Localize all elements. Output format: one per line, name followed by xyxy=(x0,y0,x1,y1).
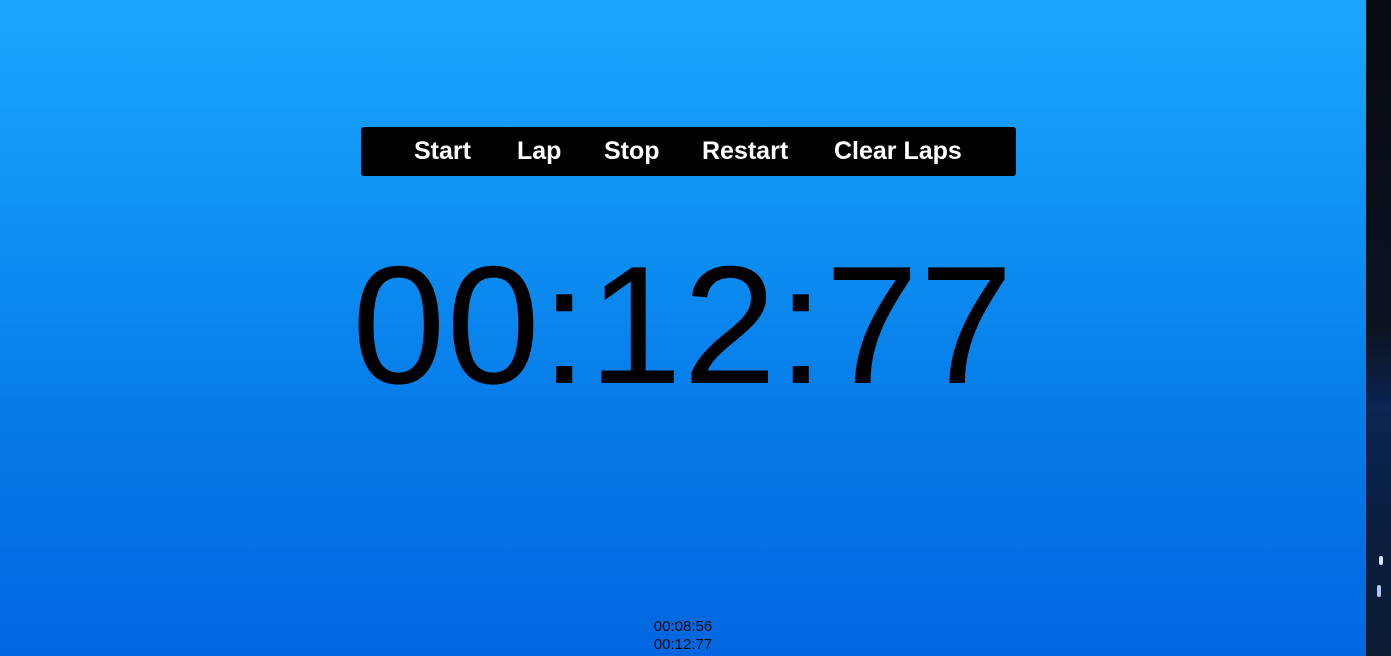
lap-item: 00:08:56 xyxy=(653,618,713,635)
timer-display: 00:12:77 xyxy=(352,231,1014,419)
clear-laps-button[interactable]: Clear Laps xyxy=(834,135,962,167)
lap-list: 00:08:56 00:12:77 xyxy=(583,618,783,654)
lap-item: 00:12:77 xyxy=(653,636,713,653)
background-detail xyxy=(1379,556,1383,565)
desktop-background-strip xyxy=(1366,0,1391,656)
restart-button[interactable]: Restart xyxy=(702,135,788,167)
stopwatch-app: Start Lap Stop Restart Clear Laps 00:12:… xyxy=(0,0,1366,656)
stop-button[interactable]: Stop xyxy=(604,135,660,167)
lap-button[interactable]: Lap xyxy=(517,135,561,167)
start-button[interactable]: Start xyxy=(414,135,471,167)
controls-bar: Start Lap Stop Restart Clear Laps xyxy=(361,127,1016,176)
background-detail xyxy=(1377,585,1381,597)
